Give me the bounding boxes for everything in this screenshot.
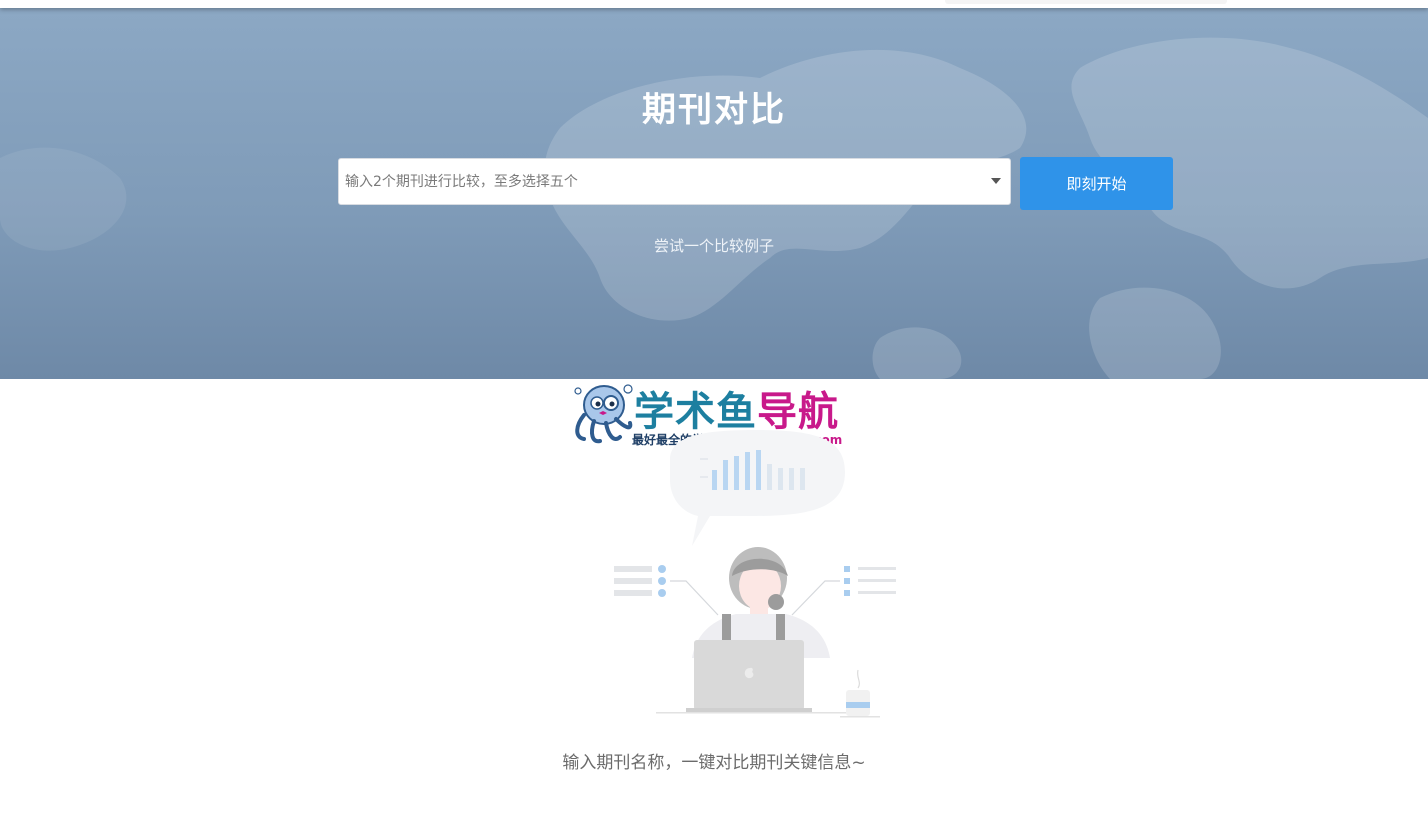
try-example-link[interactable]: 尝试一个比较例子 bbox=[0, 235, 1428, 256]
coffee-cup-icon bbox=[840, 669, 880, 718]
page-title: 期刊对比 bbox=[642, 90, 786, 130]
empty-state-illustration bbox=[614, 430, 896, 718]
journal-search-input[interactable] bbox=[339, 159, 979, 204]
left-list-icon bbox=[614, 565, 719, 616]
empty-state-message: 输入期刊名称，一键对比期刊关键信息~ bbox=[562, 753, 866, 773]
journal-search-select[interactable] bbox=[338, 158, 1011, 205]
hero-banner: 期刊对比 即刻开始 尝试一个比较例子 bbox=[0, 8, 1428, 379]
dropdown-caret-icon[interactable] bbox=[991, 178, 1001, 184]
top-navbar bbox=[0, 0, 1428, 8]
navbar-edge bbox=[945, 0, 1227, 4]
right-list-icon bbox=[791, 566, 896, 616]
start-compare-button[interactable]: 即刻开始 bbox=[1020, 157, 1173, 210]
